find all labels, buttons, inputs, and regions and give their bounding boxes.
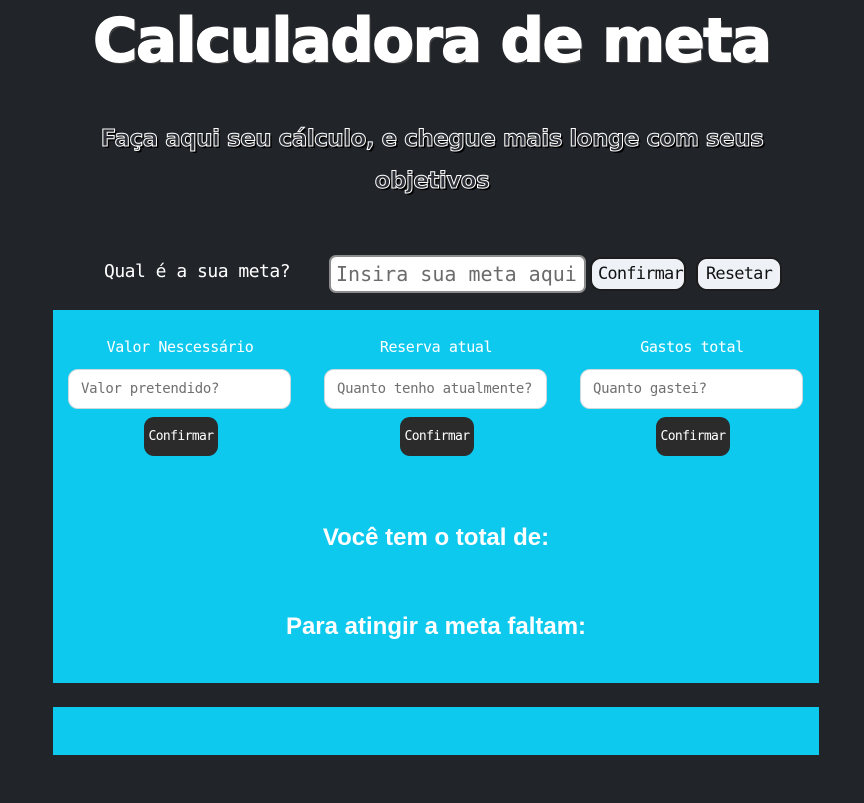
gastos-total-input[interactable] <box>580 369 803 409</box>
valor-necessario-label: Valor Nescessário <box>106 338 254 356</box>
reset-button[interactable]: Resetar <box>696 257 782 291</box>
meta-input[interactable] <box>329 255 586 293</box>
reserva-atual-label: Reserva atual <box>379 338 493 356</box>
bottom-bar <box>53 707 819 755</box>
meta-label: Qual é a sua meta? <box>104 261 291 282</box>
confirm-valor-button[interactable]: Confirmar <box>144 417 218 456</box>
page-subtitle: Faça aqui seu cálculo, e chegue mais lon… <box>100 126 764 195</box>
gastos-total-label: Gastos total <box>640 338 744 356</box>
calculator-panel: Valor Nescessário Confirmar Reserva atua… <box>53 310 819 683</box>
column-reserva-atual: Reserva atual Confirmar <box>324 310 548 460</box>
valor-necessario-input[interactable] <box>68 369 291 409</box>
meta-row: Qual é a sua meta? Confirmar Resetar <box>0 253 864 293</box>
reserva-atual-input[interactable] <box>324 369 547 409</box>
remaining-result-text: Para atingir a meta faltam: <box>285 613 587 640</box>
page-title: Calculadora de meta <box>92 5 772 77</box>
confirm-reserva-button[interactable]: Confirmar <box>400 417 474 456</box>
total-result-text: Você tem o total de: <box>322 524 550 551</box>
column-valor-necessario: Valor Nescessário Confirmar <box>68 310 292 460</box>
column-gastos-total: Gastos total Confirmar <box>580 310 804 460</box>
confirm-gastos-button[interactable]: Confirmar <box>656 417 730 456</box>
confirm-meta-button[interactable]: Confirmar <box>590 257 686 291</box>
